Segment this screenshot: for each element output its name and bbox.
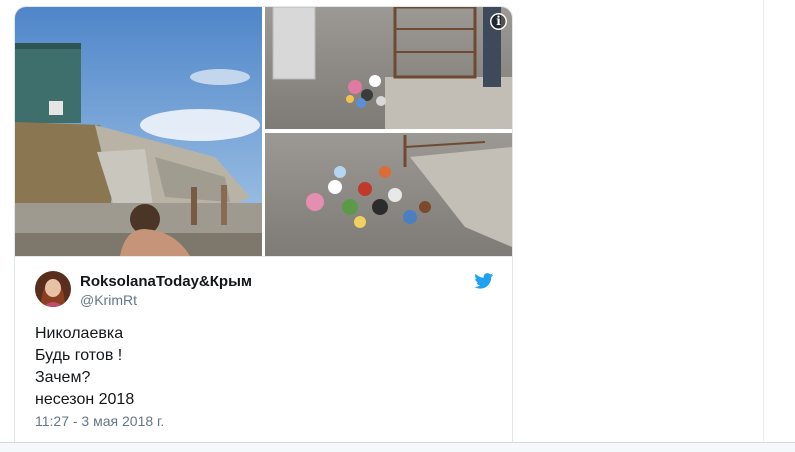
photo-collapsed-stairs[interactable] <box>15 7 262 256</box>
info-icon[interactable]: i <box>490 13 507 30</box>
tweet-text-line: несезон 2018 <box>35 391 135 408</box>
user-handle[interactable]: @KrimRt <box>80 292 137 308</box>
tweet-text-line: Николаевка <box>35 325 124 342</box>
twitter-bird-icon[interactable] <box>474 273 494 289</box>
tweet-timestamp[interactable]: 11:27 - 3 мая 2018 г. <box>35 413 164 429</box>
tweet-media-grid[interactable]: i <box>15 7 512 257</box>
photo-trash-pile[interactable] <box>265 133 512 256</box>
tweet-text-line: Будь готов ! <box>35 347 123 364</box>
avatar[interactable] <box>35 271 71 307</box>
tweet-text-line: Зачем? <box>35 369 91 386</box>
tweet-text: Николаевка Будь готов ! Зачем? несезон 2… <box>35 323 134 411</box>
photo-trash-near-post[interactable] <box>265 7 512 129</box>
display-name[interactable]: RoksolanaToday&Крым <box>80 273 252 290</box>
embedded-tweet-card[interactable]: i RoksolanaToday&Крым @KrimRt Николаевка… <box>14 6 513 451</box>
page-divider <box>763 0 764 451</box>
